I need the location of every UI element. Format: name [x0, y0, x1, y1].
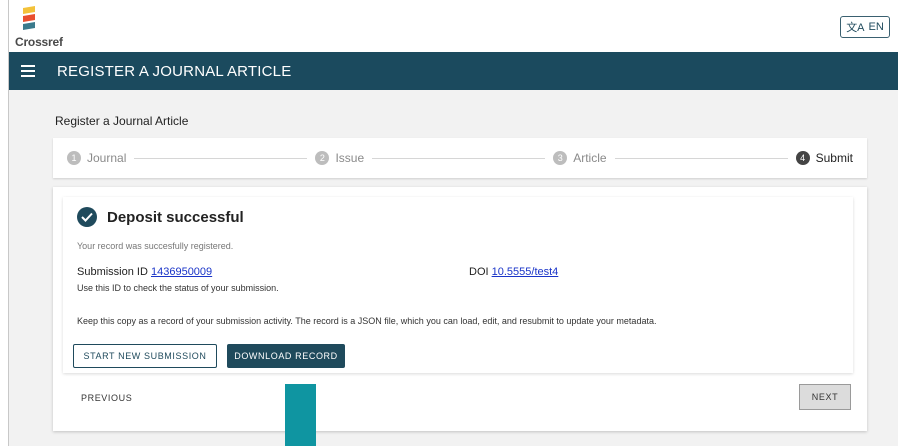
next-button[interactable]: NEXT	[799, 384, 851, 410]
language-button[interactable]: 文A EN	[840, 16, 890, 38]
navigation-bar: REGISTER A JOURNAL ARTICLE	[9, 52, 898, 90]
submission-id-link[interactable]: 1436950009	[151, 266, 212, 278]
main-content: Register a Journal Article 1 Journal 2 I…	[9, 90, 898, 446]
highlight-marker	[285, 384, 316, 446]
success-header: Deposit successful	[77, 207, 244, 227]
menu-icon[interactable]	[21, 65, 37, 77]
brand-name: Crossref	[15, 35, 63, 49]
doi-label: DOI	[469, 266, 492, 278]
step-label: Journal	[87, 151, 127, 165]
submission-hint: Use this ID to check the status of your …	[77, 283, 279, 293]
page-heading: Register a Journal Article	[55, 114, 189, 128]
doi-row: DOI 10.5555/test4	[469, 266, 558, 278]
doi-link[interactable]: 10.5555/test4	[492, 266, 559, 278]
step-number: 3	[553, 151, 568, 165]
top-header: Crossref 文A EN	[9, 0, 898, 52]
step-number: 2	[315, 151, 330, 165]
step-label: Submit	[815, 151, 853, 165]
step-connector	[134, 157, 308, 159]
success-title: Deposit successful	[107, 208, 244, 226]
submission-id-label: Submission ID	[77, 266, 151, 278]
check-circle-icon	[77, 207, 97, 227]
download-record-button[interactable]: DOWNLOAD RECORD	[227, 344, 345, 368]
result-panel: Deposit successful Your record was succe…	[63, 197, 853, 373]
crossref-logo[interactable]: Crossref	[13, 6, 73, 50]
start-new-submission-button[interactable]: START NEW SUBMISSION	[73, 344, 217, 368]
stepper: 1 Journal 2 Issue 3 Article 4 Submit	[53, 138, 867, 178]
step-journal[interactable]: 1 Journal	[67, 151, 126, 165]
step-issue[interactable]: 2 Issue	[315, 151, 364, 165]
step-submit[interactable]: 4 Submit	[795, 151, 853, 165]
success-subtitle: Your record was succesfully registered.	[77, 241, 234, 251]
crossref-logo-icon	[23, 6, 35, 30]
submission-card: Deposit successful Your record was succe…	[53, 187, 867, 431]
app-window: Crossref 文A EN REGISTER A JOURNAL ARTICL…	[8, 0, 898, 446]
step-label: Article	[573, 151, 607, 165]
step-label: Issue	[335, 151, 365, 165]
step-article[interactable]: 3 Article	[553, 151, 607, 165]
keep-record-note: Keep this copy as a record of your submi…	[77, 316, 657, 326]
step-number: 4	[795, 151, 810, 165]
translate-icon: 文A	[846, 22, 865, 34]
step-connector	[372, 157, 546, 159]
nav-title: REGISTER A JOURNAL ARTICLE	[57, 62, 292, 80]
submission-id-row: Submission ID 1436950009	[77, 266, 212, 278]
language-label: EN	[868, 21, 884, 33]
step-number: 1	[67, 151, 81, 165]
previous-button[interactable]: PREVIOUS	[81, 393, 132, 403]
step-connector	[614, 157, 788, 159]
